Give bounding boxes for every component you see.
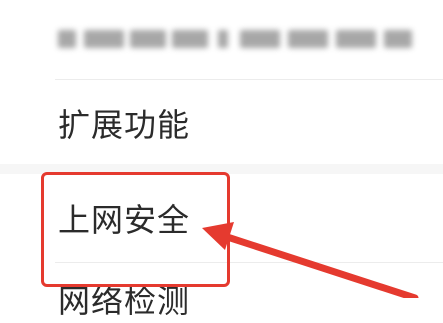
settings-item-label: 网络检测: [58, 282, 191, 320]
settings-screen: 扩展功能 上网安全 网络检测: [0, 0, 443, 320]
settings-item-label: 上网安全: [58, 201, 191, 239]
blurred-settings-item[interactable]: [0, 0, 443, 80]
settings-item-network-check[interactable]: 网络检测: [0, 263, 443, 323]
blurred-text: [58, 26, 413, 52]
settings-item-label: 扩展功能: [58, 106, 191, 144]
settings-item-extensions[interactable]: 扩展功能: [0, 80, 443, 164]
section-gap: [0, 164, 443, 174]
settings-item-internet-security[interactable]: 上网安全: [0, 174, 443, 260]
